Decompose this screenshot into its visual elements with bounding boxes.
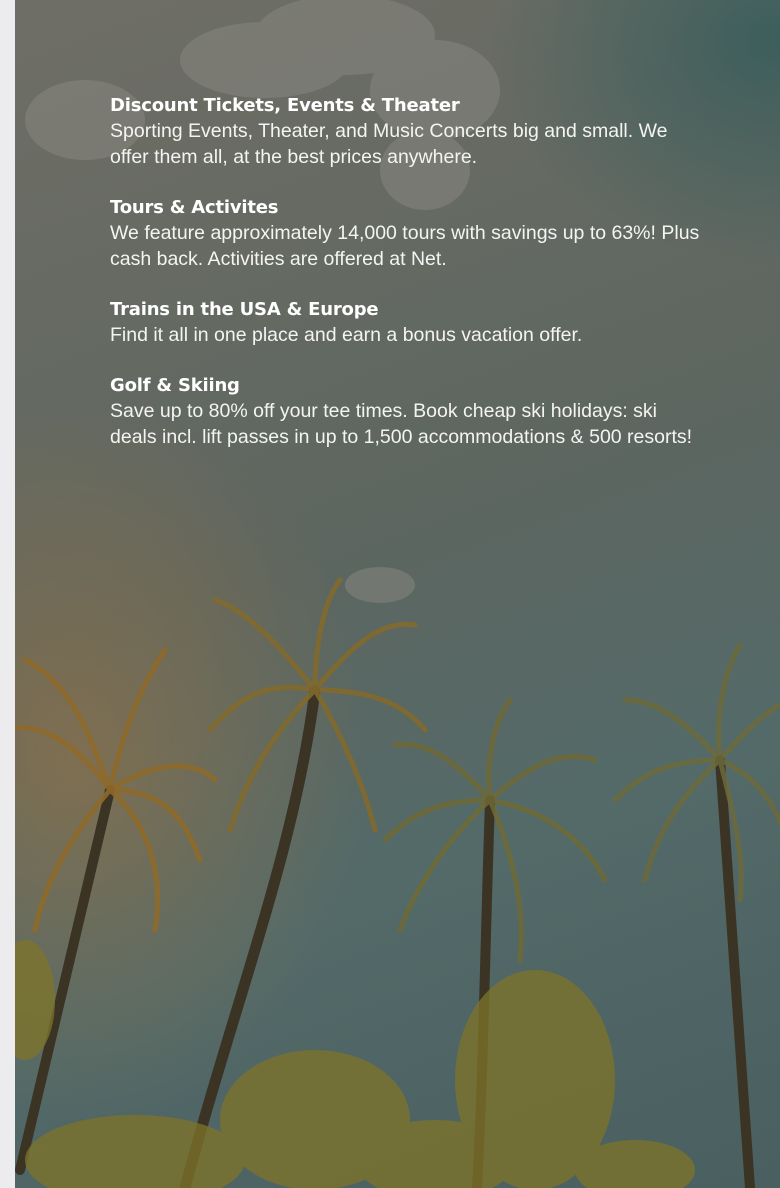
section-trains: Trains in the USA & Europe Find it all i… xyxy=(110,298,700,348)
bottom-foliage xyxy=(15,940,695,1188)
section-tickets: Discount Tickets, Events & Theater Sport… xyxy=(110,94,700,170)
section-title: Discount Tickets, Events & Theater xyxy=(110,95,460,116)
section-golf-skiing: Golf & Skiing Save up to 80% off your te… xyxy=(110,374,700,450)
palm-fronds xyxy=(15,577,780,963)
services-list: Discount Tickets, Events & Theater Sport… xyxy=(110,94,700,476)
left-gutter xyxy=(0,0,15,1188)
section-tours: Tours & Activites We feature approximate… xyxy=(110,196,700,272)
section-description: Sporting Events, Theater, and Music Conc… xyxy=(110,120,668,168)
section-title: Tours & Activites xyxy=(110,197,279,218)
section-title: Golf & Skiing xyxy=(110,375,240,396)
section-description: Find it all in one place and earn a bonu… xyxy=(110,324,583,346)
section-description: Save up to 80% off your tee times. Book … xyxy=(110,400,693,448)
section-title: Trains in the USA & Europe xyxy=(110,299,379,320)
hero-background-image: Discount Tickets, Events & Theater Sport… xyxy=(15,0,780,1188)
section-description: We feature approximately 14,000 tours wi… xyxy=(110,222,700,270)
